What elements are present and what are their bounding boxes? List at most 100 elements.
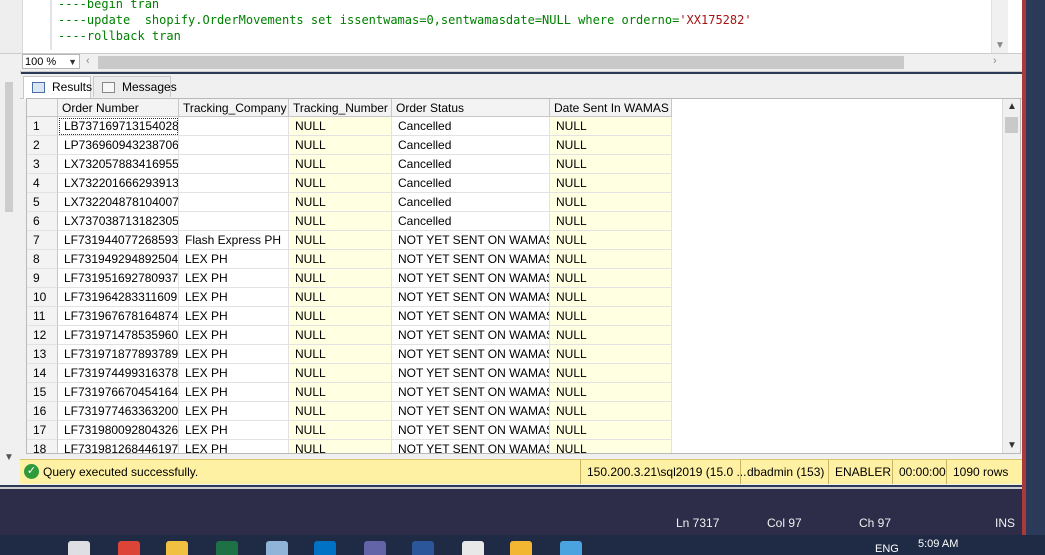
tracking-number-cell[interactable]: NULL: [289, 364, 392, 383]
order-number-cell[interactable]: LX732057883416955: [58, 155, 179, 174]
tracking-company-cell[interactable]: LEX PH: [179, 402, 289, 421]
order-status-cell[interactable]: Cancelled: [392, 155, 550, 174]
column-header-date-sent-in-wamas[interactable]: Date Sent In WAMAS: [550, 99, 672, 117]
tracking-company-cell[interactable]: LEX PH: [179, 383, 289, 402]
column-header-tracking-company[interactable]: Tracking_Company: [179, 99, 289, 117]
tracking-number-cell[interactable]: NULL: [289, 383, 392, 402]
left-splitter-scrollbar[interactable]: ▼: [0, 70, 21, 485]
horizontal-scroll-thumb[interactable]: [98, 56, 904, 69]
clock[interactable]: 5:09 AM: [918, 538, 958, 550]
remote-icon[interactable]: [560, 541, 582, 555]
row-number[interactable]: 12: [27, 326, 58, 345]
row-number[interactable]: 7: [27, 231, 58, 250]
teams-icon[interactable]: [364, 541, 386, 555]
order-number-cell[interactable]: LF731981268446197: [58, 440, 179, 453]
tracking-company-cell[interactable]: Flash Express PH: [179, 231, 289, 250]
chevron-left-icon[interactable]: ‹: [86, 55, 90, 67]
scroll-thumb[interactable]: [5, 82, 13, 212]
row-number[interactable]: 6: [27, 212, 58, 231]
grid-vertical-scrollbar[interactable]: ▲ ▼: [1002, 99, 1020, 453]
chevron-down-icon[interactable]: ▼: [1007, 440, 1017, 451]
row-number[interactable]: 9: [27, 269, 58, 288]
tracking-company-cell[interactable]: [179, 174, 289, 193]
date-sent-cell[interactable]: NULL: [550, 421, 672, 440]
table-row[interactable]: 11 LF731967678164874 LEX PH NULL NOT YET SEN…: [27, 307, 1020, 326]
tracking-company-cell[interactable]: [179, 212, 289, 231]
tab-messages[interactable]: Messages: [93, 76, 177, 97]
tracking-company-cell[interactable]: LEX PH: [179, 288, 289, 307]
row-number[interactable]: 17: [27, 421, 58, 440]
tracking-number-cell[interactable]: NULL: [289, 269, 392, 288]
tracking-number-cell[interactable]: NULL: [289, 136, 392, 155]
date-sent-cell[interactable]: NULL: [550, 231, 672, 250]
tracking-number-cell[interactable]: NULL: [289, 421, 392, 440]
chevron-right-icon[interactable]: ›: [993, 55, 997, 67]
tracking-number-cell[interactable]: NULL: [289, 326, 392, 345]
date-sent-cell[interactable]: NULL: [550, 155, 672, 174]
date-sent-cell[interactable]: NULL: [550, 288, 672, 307]
table-row[interactable]: 14 LF731974499316378 LEX PH NULL NOT YET SEN…: [27, 364, 1020, 383]
order-number-cell[interactable]: LF731977463363200: [58, 402, 179, 421]
order-number-cell[interactable]: LF731971478535960: [58, 326, 179, 345]
table-row[interactable]: 17 LF731980092804326 LEX PH NULL NOT YET SEN…: [27, 421, 1020, 440]
date-sent-cell[interactable]: NULL: [550, 440, 672, 453]
table-row[interactable]: 3 LX732057883416955 NULL Cancelled NULL: [27, 155, 1020, 174]
order-status-cell[interactable]: NOT YET SENT ON WAMAS: [392, 402, 550, 421]
tracking-number-cell[interactable]: NULL: [289, 174, 392, 193]
chevron-down-icon[interactable]: ▼: [4, 452, 14, 463]
table-row[interactable]: 16 LF731977463363200 LEX PH NULL NOT YET SEN…: [27, 402, 1020, 421]
order-status-cell[interactable]: NOT YET SENT ON WAMAS: [392, 288, 550, 307]
table-row[interactable]: 6 LX737038713182305 NULL Cancelled NULL: [27, 212, 1020, 231]
tracking-number-cell[interactable]: NULL: [289, 231, 392, 250]
row-number[interactable]: 10: [27, 288, 58, 307]
tracking-number-cell[interactable]: NULL: [289, 402, 392, 421]
outlook-icon[interactable]: [314, 541, 336, 555]
date-sent-cell[interactable]: NULL: [550, 174, 672, 193]
order-status-cell[interactable]: NOT YET SENT ON WAMAS: [392, 383, 550, 402]
table-row[interactable]: 18 LF731981268446197 LEX PH NULL NOT YET SEN…: [27, 440, 1020, 453]
tracking-number-cell[interactable]: NULL: [289, 212, 392, 231]
language-indicator[interactable]: ENG: [875, 543, 899, 555]
tracking-number-cell[interactable]: NULL: [289, 155, 392, 174]
order-number-cell[interactable]: LX737038713182305: [58, 212, 179, 231]
tracking-number-cell[interactable]: NULL: [289, 307, 392, 326]
table-row[interactable]: 9 LF731951692780937 LEX PH NULL NOT YET SENT…: [27, 269, 1020, 288]
table-row[interactable]: 10 LF731964283311609 LEX PH NULL NOT YET SEN…: [27, 288, 1020, 307]
date-sent-cell[interactable]: NULL: [550, 383, 672, 402]
excel-icon[interactable]: [216, 541, 238, 555]
code-line-1[interactable]: ----begin tran: [58, 0, 159, 12]
order-number-cell[interactable]: LX732204878104007: [58, 193, 179, 212]
query-editor[interactable]: ----begin tran ----update shopify.OrderM…: [0, 0, 1022, 53]
table-row[interactable]: 4 LX732201666293913 NULL Cancelled NULL: [27, 174, 1020, 193]
tracking-company-cell[interactable]: [179, 193, 289, 212]
order-number-cell[interactable]: LF731971877893789: [58, 345, 179, 364]
row-number[interactable]: 2: [27, 136, 58, 155]
row-number[interactable]: 16: [27, 402, 58, 421]
row-number[interactable]: 15: [27, 383, 58, 402]
word-icon[interactable]: [412, 541, 434, 555]
order-status-cell[interactable]: NOT YET SENT ON WAMAS: [392, 440, 550, 453]
folder-icon[interactable]: [510, 541, 532, 555]
chevron-up-icon[interactable]: ▲: [1007, 101, 1017, 112]
date-sent-cell[interactable]: NULL: [550, 402, 672, 421]
column-header-order-number[interactable]: Order Number: [58, 99, 179, 117]
code-line-2[interactable]: ----update shopify.OrderMovements set is…: [58, 12, 752, 28]
order-status-cell[interactable]: NOT YET SENT ON WAMAS: [392, 307, 550, 326]
tracking-company-cell[interactable]: LEX PH: [179, 269, 289, 288]
zoom-select[interactable]: 100 % ▼: [22, 54, 80, 69]
date-sent-cell[interactable]: NULL: [550, 345, 672, 364]
row-number[interactable]: 3: [27, 155, 58, 174]
tracking-company-cell[interactable]: LEX PH: [179, 421, 289, 440]
editor-vertical-scrollbar[interactable]: ▼: [991, 0, 1008, 53]
order-number-cell[interactable]: LP736960943238706: [58, 136, 179, 155]
order-number-cell[interactable]: LF731951692780937: [58, 269, 179, 288]
order-status-cell[interactable]: Cancelled: [392, 174, 550, 193]
tracking-company-cell[interactable]: LEX PH: [179, 326, 289, 345]
tracking-number-cell[interactable]: NULL: [289, 345, 392, 364]
table-row[interactable]: 1 LB737169713154028 NULL Cancelled NULL: [27, 117, 1020, 136]
order-number-cell[interactable]: LF731949294892504: [58, 250, 179, 269]
order-status-cell[interactable]: NOT YET SENT ON WAMAS: [392, 269, 550, 288]
row-number[interactable]: 1: [27, 117, 58, 136]
chrome-icon[interactable]: [118, 541, 140, 555]
order-status-cell[interactable]: Cancelled: [392, 193, 550, 212]
